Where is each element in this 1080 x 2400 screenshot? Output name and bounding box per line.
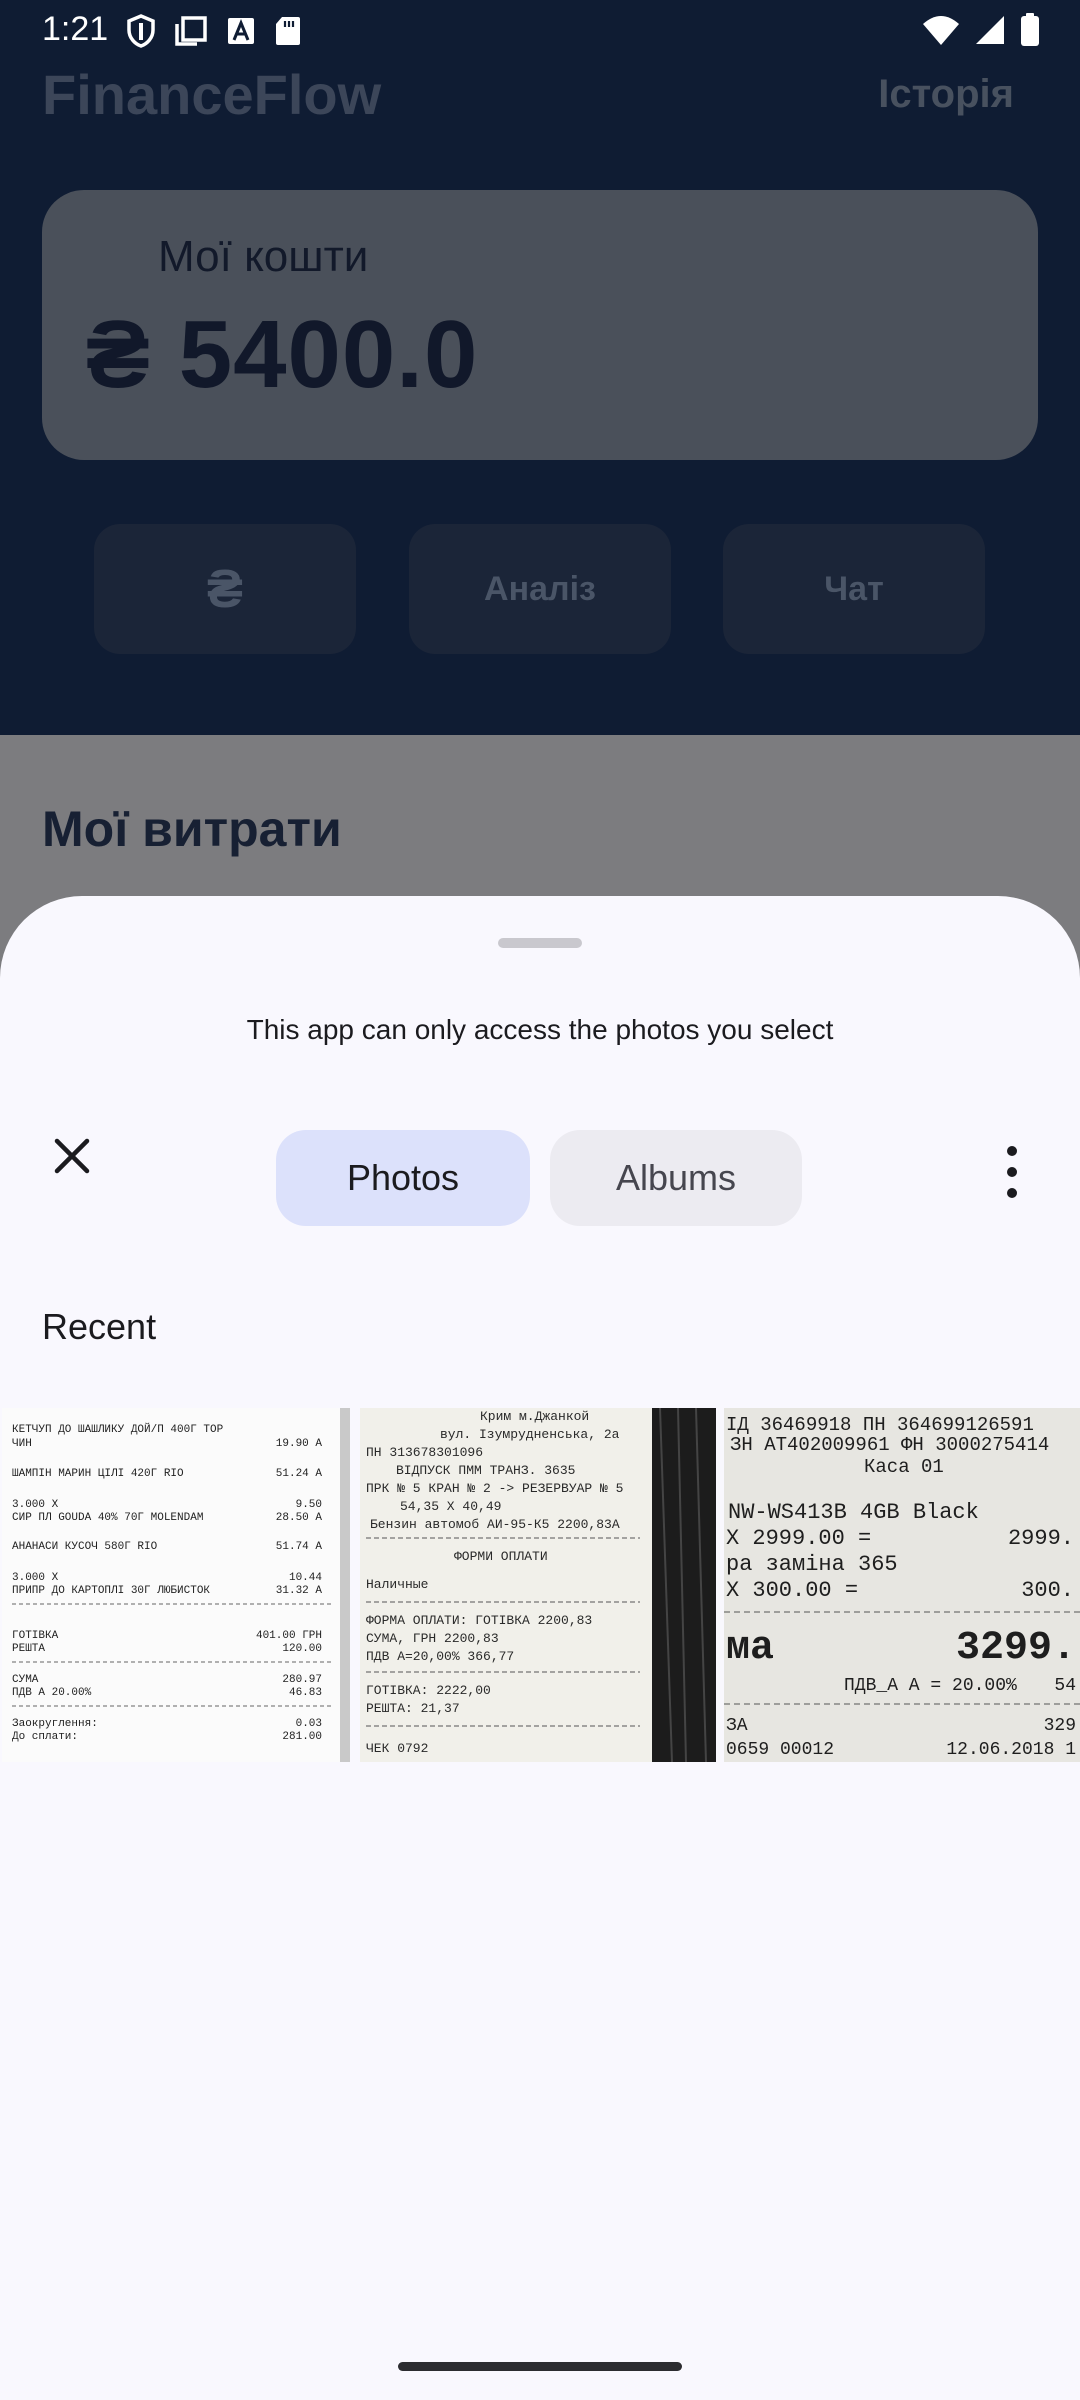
svg-text:ШАМПІН МАРИН ЦІЛІ 420Г RIO: ШАМПІН МАРИН ЦІЛІ 420Г RIO <box>12 1468 184 1480</box>
svg-text:10.44: 10.44 <box>289 1572 322 1584</box>
chat-button[interactable]: Чат <box>723 524 985 654</box>
notification-icons <box>126 14 302 48</box>
svg-text:СУМА: СУМА <box>12 1674 39 1686</box>
svg-text:ЗА: ЗА <box>726 1716 748 1736</box>
svg-text:Бензин автомоб АИ-95-К5 2200,8: Бензин автомоб АИ-95-К5 2200,83А <box>370 1517 620 1532</box>
shield-icon <box>127 14 155 48</box>
recent-section-label: Recent <box>42 1306 157 1347</box>
balance-card: Мої кошти ₴ 5400.0 <box>42 190 1038 460</box>
svg-text:РЕШТА: 21,37: РЕШТА: 21,37 <box>366 1701 460 1716</box>
svg-text:329: 329 <box>1044 1716 1076 1736</box>
svg-text:ЗН АТ402009961 ФН 3000275414: ЗН АТ402009961 ФН 3000275414 <box>730 1434 1049 1456</box>
more-vert-icon <box>1007 1146 1017 1156</box>
svg-text:3.000 X: 3.000 X <box>12 1499 59 1511</box>
balance-value: ₴ 5400.0 <box>86 301 479 408</box>
drag-handle[interactable] <box>498 938 582 948</box>
svg-text:0.03: 0.03 <box>296 1718 322 1730</box>
access-message: This app can only access the photos you … <box>246 1014 834 1045</box>
svg-text:Заокруглення:: Заокруглення: <box>12 1718 98 1730</box>
tab-albums-label: Albums <box>615 1157 737 1198</box>
svg-text:X 2999.00 =: X 2999.00 = <box>726 1526 871 1551</box>
home-indicator[interactable] <box>398 2362 682 2371</box>
currency-button[interactable]: ₴ <box>94 524 356 654</box>
svg-text:ГОТІВКА: ГОТІВКА <box>12 1630 59 1642</box>
svg-text:СУМА, ГРН 2200,83: СУМА, ГРН 2200,83 <box>366 1631 499 1646</box>
svg-text:ПРИПР ДО КАРТОПЛІ 30Г ЛЮБИСТОК: ПРИПР ДО КАРТОПЛІ 30Г ЛЮБИСТОК <box>12 1585 210 1597</box>
svg-text:280.97: 280.97 <box>282 1674 322 1686</box>
svg-text:СИР ПЛ GOUDA 40% 70Г MOLENDAM: СИР ПЛ GOUDA 40% 70Г MOLENDAM <box>12 1512 203 1524</box>
photo-thumbnail[interactable]: Крим м.Джанкой вул. Ізумрудненська, 2а П… <box>360 1408 716 1762</box>
close-icon <box>54 1138 90 1174</box>
receipt-line: КЕТЧУП ДО ШАШЛИКУ ДОЙ/П 400Г ТОР <box>12 1422 224 1436</box>
svg-text:ПДВ А 20.00%: ПДВ А 20.00% <box>12 1687 92 1699</box>
svg-text:ПДВ_А А = 20.00%: ПДВ_А А = 20.00% <box>844 1676 1017 1696</box>
svg-text:АНАНАСИ КУСОЧ 580Г RIO: АНАНАСИ КУСОЧ 580Г RIO <box>12 1541 158 1553</box>
svg-text:ПН 313678301096: ПН 313678301096 <box>366 1445 483 1460</box>
photo-picker-sheet: This app can only access the photos you … <box>0 896 1080 2400</box>
photo-thumbnail[interactable]: ІД 36469918 ПН 364699126591 ЗН АТ4020099… <box>724 1408 1080 1762</box>
svg-text:3299.: 3299. <box>956 1626 1076 1671</box>
svg-text:120.00: 120.00 <box>282 1643 322 1655</box>
svg-text:ЧИН: ЧИН <box>12 1438 32 1450</box>
analysis-button[interactable]: Аналіз <box>409 524 671 654</box>
tab-albums[interactable]: Albums <box>550 1130 802 1226</box>
app-title: FinanceFlow <box>42 63 382 126</box>
svg-text:3.000 X: 3.000 X <box>12 1572 59 1584</box>
svg-text:51.24 A: 51.24 A <box>276 1468 323 1480</box>
svg-text:ЧЕК 0792: ЧЕК 0792 <box>366 1741 428 1756</box>
svg-text:281.00: 281.00 <box>282 1731 322 1743</box>
svg-text:вул. Ізумрудненська, 2а: вул. Ізумрудненська, 2а <box>440 1427 620 1442</box>
svg-text:До сплати:: До сплати: <box>12 1731 78 1743</box>
svg-text:31.32 A: 31.32 A <box>276 1585 323 1597</box>
svg-text:X 300.00 =: X 300.00 = <box>726 1578 858 1603</box>
svg-text:9.50: 9.50 <box>296 1499 322 1511</box>
sd-card-icon <box>276 17 300 45</box>
svg-text:ма: ма <box>726 1626 774 1671</box>
copy-icon <box>175 16 207 46</box>
signal-icon <box>976 16 1004 44</box>
expenses-title: Мої витрати <box>42 801 342 857</box>
svg-text:ПДВ А=20,00% 366,77: ПДВ А=20,00% 366,77 <box>366 1649 514 1664</box>
receipt-line: ІД 36469918 ПН 364699126591 <box>726 1414 1034 1436</box>
svg-text:51.74 A: 51.74 A <box>276 1541 323 1553</box>
svg-text:401.00 ГРН: 401.00 ГРН <box>256 1630 322 1642</box>
svg-text:12.06.2018 1: 12.06.2018 1 <box>946 1740 1076 1760</box>
svg-text:19.90 A: 19.90 A <box>276 1438 323 1450</box>
tab-photos-label: Photos <box>346 1157 460 1198</box>
svg-text:300.: 300. <box>1021 1578 1074 1603</box>
svg-text:Наличные: Наличные <box>366 1577 428 1592</box>
svg-text:ГОТІВКА: 2222,00: ГОТІВКА: 2222,00 <box>366 1683 491 1698</box>
balance-label: Мої кошти <box>158 232 369 281</box>
receipt-line: Крим м.Джанкой <box>480 1409 589 1424</box>
status-bar: 1:21 <box>0 0 1080 60</box>
svg-text:0659 00012: 0659 00012 <box>726 1740 834 1760</box>
svg-text:54: 54 <box>1054 1676 1076 1696</box>
more-options-button[interactable] <box>990 1140 1034 1204</box>
svg-text:2999.: 2999. <box>1008 1526 1074 1551</box>
wifi-icon <box>923 16 959 45</box>
photo-thumbnail[interactable]: КЕТЧУП ДО ШАШЛИКУ ДОЙ/П 400Г ТОР ЧИН 19.… <box>2 1408 350 1762</box>
svg-text:ВІДПУСК ПММ ТРАНЗ. 3635: ВІДПУСК ПММ ТРАНЗ. 3635 <box>396 1463 575 1478</box>
system-icons <box>922 12 1040 48</box>
svg-text:ФОРМА ОПЛАТИ: ГОТІВКА 2200,83: ФОРМА ОПЛАТИ: ГОТІВКА 2200,83 <box>366 1613 592 1628</box>
status-time: 1:21 <box>42 10 109 48</box>
tab-photos[interactable]: Photos <box>276 1130 530 1226</box>
svg-text:ФОРМИ ОПЛАТИ: ФОРМИ ОПЛАТИ <box>454 1549 548 1564</box>
svg-text:28.50 A: 28.50 A <box>276 1512 323 1524</box>
svg-text:Каса 01: Каса 01 <box>864 1456 944 1478</box>
history-link[interactable]: Історія <box>878 72 1014 117</box>
text-a-icon <box>228 18 254 44</box>
svg-text:NW-WS413B 4GB Black: NW-WS413B 4GB Black <box>728 1500 979 1525</box>
svg-text:ПРК № 5 КРАН № 2 -> РЕЗЕРВУАР: ПРК № 5 КРАН № 2 -> РЕЗЕРВУАР № 5 <box>366 1481 623 1496</box>
svg-text:54,35 X 40,49: 54,35 X 40,49 <box>400 1499 501 1514</box>
svg-text:46.83: 46.83 <box>289 1687 322 1699</box>
battery-icon <box>1021 13 1039 46</box>
close-button[interactable] <box>44 1128 100 1184</box>
svg-text:ра заміна 365: ра заміна 365 <box>726 1552 898 1577</box>
svg-text:РЕШТА: РЕШТА <box>12 1643 45 1655</box>
